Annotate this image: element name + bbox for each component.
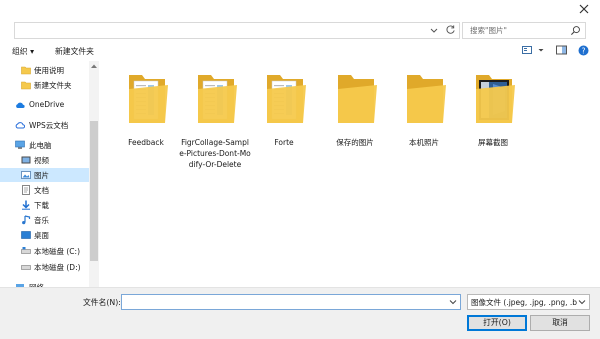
nav-scrollbar[interactable] [89,61,99,287]
cloud-icon [16,102,25,108]
nav-item-label: 文档 [34,186,49,195]
folder-name: 本机照片 [409,138,439,147]
nav-item-drive-c[interactable]: 本地磁盘 (C:) [0,244,89,258]
address-bar[interactable] [14,22,460,39]
cancel-button[interactable]: 取消 [530,315,590,331]
folder-name: 保存的图片 [336,138,374,147]
help-icon[interactable]: ? [578,45,589,56]
music-icon [22,215,31,225]
nav-item-new-folder[interactable]: 新建文件夹 [0,78,89,92]
folder-icon [198,75,237,123]
nav-item-label: 下载 [34,201,49,210]
nav-item-label: WPS云文档 [29,121,69,130]
folder-icon [338,75,377,123]
drive-icon [21,247,31,254]
nav-scroll-thumb[interactable] [90,121,98,261]
folder-name: Feedback [128,138,164,147]
nav-item-drive-d[interactable]: 本地磁盘 (D:) [0,260,89,274]
command-bar: 组织 ▾ 新建文件夹 ? [0,41,600,62]
nav-item-label: 此电脑 [29,141,52,150]
wps-cloud-icon [15,122,25,129]
nav-item-label: 音乐 [34,216,49,225]
close-icon[interactable] [578,3,590,15]
nav-item-label: 视频 [34,156,49,165]
folder-icon [129,75,168,123]
nav-item-this-pc[interactable]: 此电脑 [0,138,89,152]
folder-icon [267,75,306,123]
pictures-folder-icon [21,171,31,179]
folder-name: FigrCollage-Sample-Pictures-Dont-Modify-… [179,138,251,169]
file-dialog-footer: 文件名(N): 图像文件 (.jpeg, .jpg, .png, .b 打开(O… [0,287,600,339]
organize-button[interactable]: 组织 ▾ [12,46,34,57]
folder-icon [476,75,515,123]
folder-icon [21,81,31,90]
pc-icon [15,140,25,149]
svg-text:?: ? [582,46,586,55]
nav-item-label: 新建文件夹 [34,81,72,90]
nav-item-label: 本地磁盘 (C:) [34,247,80,256]
nav-item-label: 图片 [34,171,49,180]
nav-item-label: 使用说明 [34,66,64,75]
nav-item-onedrive[interactable]: OneDrive [0,98,89,112]
chevron-down-icon[interactable] [429,25,439,35]
file-list: Feedback FigrCollage-Sample-Pictures-Dont… [100,61,600,287]
view-dropdown-icon[interactable] [537,45,545,55]
desktop-icon [21,231,31,239]
nav-item-downloads[interactable]: 下载 [0,198,89,212]
filename-label: 文件名(N): [83,298,121,307]
refresh-icon[interactable] [445,24,456,35]
drive-icon [21,265,31,270]
nav-item-music[interactable]: 音乐 [0,213,89,227]
nav-item-label: 本地磁盘 (D:) [34,263,81,272]
filename-input[interactable] [121,294,461,310]
preview-pane-icon[interactable] [556,45,567,55]
folder-name: Forte [274,138,294,147]
filetype-value: 图像文件 (.jpeg, .jpg, .png, .b [471,298,578,307]
new-folder-button[interactable]: 新建文件夹 [55,46,94,57]
nav-item-wps-cloud[interactable]: WPS云文档 [0,118,89,132]
folder-icon [21,66,31,75]
filetype-select[interactable]: 图像文件 (.jpeg, .jpg, .png, .b [467,294,590,310]
video-folder-icon [21,156,31,164]
chevron-down-icon[interactable] [578,298,586,306]
nav-item-documents[interactable]: 文档 [0,183,89,197]
folder-icon [407,75,446,123]
folder-name: 屏幕截图 [478,138,508,147]
nav-item-desktop[interactable]: 桌面 [0,228,89,242]
download-icon [22,200,30,210]
nav-item-network[interactable]: 网络 [0,280,89,287]
documents-folder-icon [22,185,30,195]
nav-item-label: 桌面 [34,231,49,240]
search-placeholder: 搜索"图片" [470,26,507,35]
nav-item-usage[interactable]: 使用说明 [0,63,89,77]
title-bar: 搜索"图片" [0,0,600,40]
open-button[interactable]: 打开(O) [467,315,527,331]
view-options-icon[interactable] [522,45,533,55]
nav-item-label: OneDrive [29,100,65,109]
nav-item-videos[interactable]: 视频 [0,153,89,167]
nav-item-pictures[interactable]: 图片 [0,168,89,182]
scroll-up-icon[interactable] [90,63,98,69]
navigation-pane: 使用说明 新建文件夹 OneDrive WPS云文档 此电脑 视频 图片 文档 … [0,61,100,287]
search-icon[interactable] [570,25,581,36]
search-box[interactable]: 搜索"图片" [462,22,586,39]
chevron-down-icon[interactable] [449,298,457,306]
